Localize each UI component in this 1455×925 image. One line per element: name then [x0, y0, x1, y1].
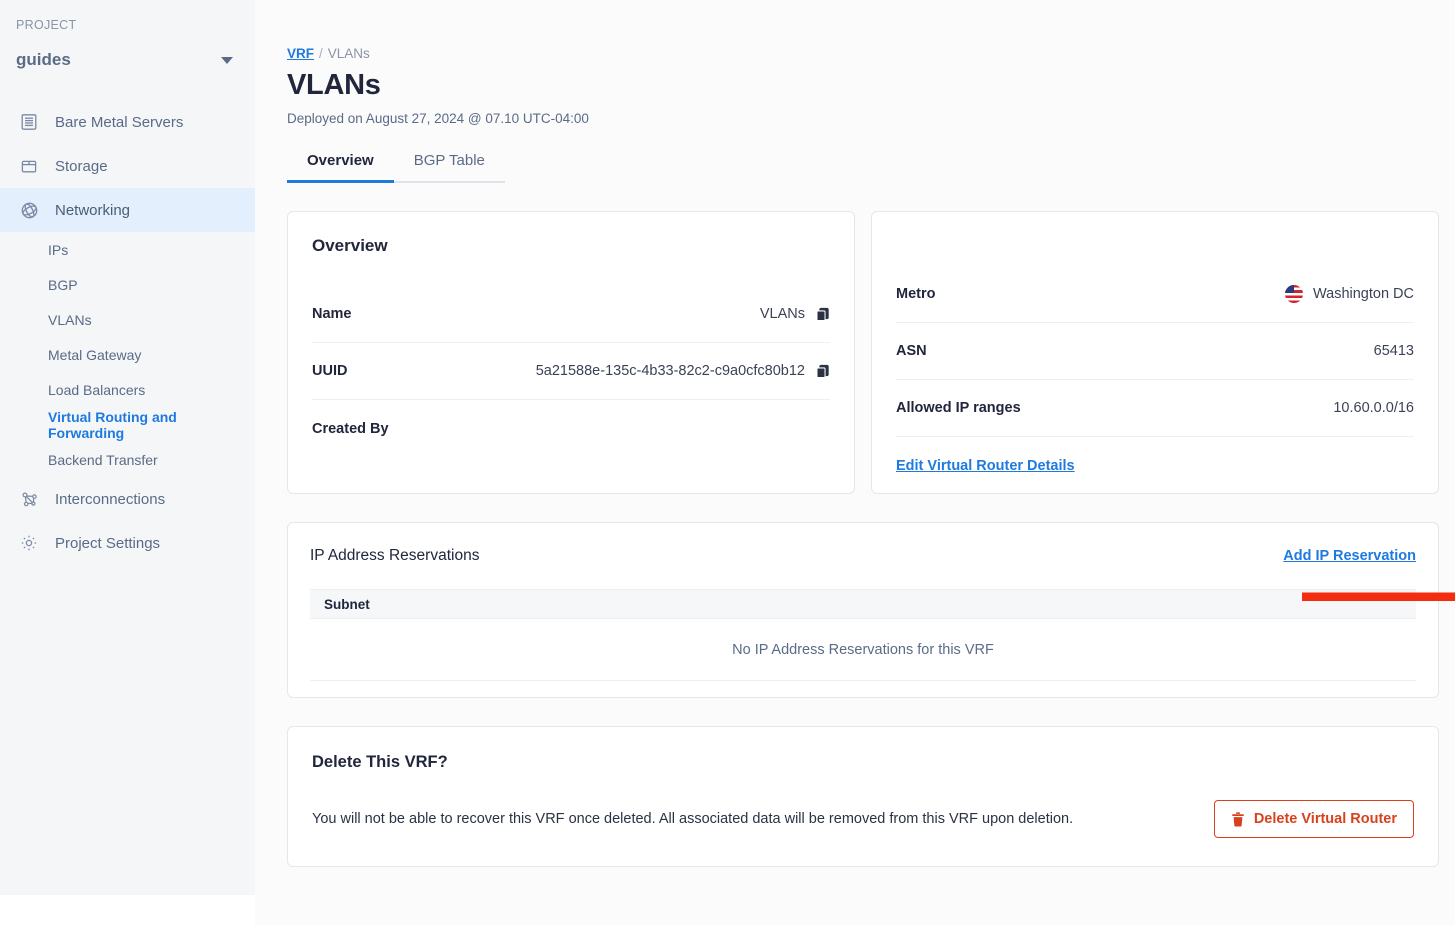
- sidebar-item-label: Networking: [55, 201, 131, 219]
- table-column-header-subnet: Subnet: [310, 589, 1416, 619]
- app-root: PROJECT guides Bare Metal Servers Storag…: [0, 0, 1455, 925]
- tab-bgp-table[interactable]: BGP Table: [393, 152, 505, 183]
- breadcrumb-current: VLANs: [327, 46, 370, 61]
- sidebar-item-bgp[interactable]: BGP: [0, 267, 255, 302]
- edit-virtual-router-details-link[interactable]: Edit Virtual Router Details: [896, 437, 1075, 474]
- delete-section-title: Delete This VRF?: [312, 753, 448, 771]
- details-row-asn: ASN 65413: [896, 323, 1414, 380]
- server-icon: [18, 111, 40, 133]
- row-value: VLANs: [759, 306, 805, 322]
- trash-icon: [1231, 811, 1245, 827]
- row-value-wrap: VLANs: [760, 306, 830, 322]
- sidebar: PROJECT guides Bare Metal Servers Storag…: [0, 0, 255, 895]
- sidebar-item-networking[interactable]: Networking: [0, 188, 255, 232]
- row-value: 5a21588e-135c-4b33-82c2-c9a0cfc80b12: [535, 363, 805, 379]
- overview-card: Overview Name VLANs UUID 5a21588e-135c-4…: [287, 211, 855, 494]
- overview-row-uuid: UUID 5a21588e-135c-4b33-82c2-c9a0cfc80b1…: [312, 343, 830, 400]
- ip-reservations-title: IP Address Reservations: [310, 547, 480, 564]
- sidebar-item-label: Project Settings: [55, 534, 161, 552]
- subnav-label: VLANs: [48, 311, 92, 328]
- overview-card-title: Overview: [312, 236, 388, 255]
- networking-subnav: IPs BGP VLANs Metal Gateway Load Balance…: [0, 232, 255, 477]
- table-empty-message: No IP Address Reservations for this VRF: [310, 619, 1416, 681]
- row-value-wrap: 5a21588e-135c-4b33-82c2-c9a0cfc80b12: [536, 363, 830, 379]
- sidebar-item-storage[interactable]: Storage: [0, 144, 255, 188]
- primary-nav: Bare Metal Servers Storage Networking IP…: [0, 100, 255, 565]
- copy-icon[interactable]: [815, 307, 830, 322]
- row-value-wrap: Washington DC: [1284, 285, 1414, 303]
- row-key: ASN: [896, 343, 927, 359]
- details-row-metro: Metro Washington DC: [896, 266, 1414, 323]
- summary-cards-row: Overview Name VLANs UUID 5a21588e-135c-4…: [287, 211, 1441, 494]
- network-graph-icon: [18, 488, 40, 510]
- chevron-down-icon: [221, 56, 233, 64]
- project-section-label: PROJECT: [16, 18, 77, 32]
- subnav-label: Backend Transfer: [48, 451, 158, 468]
- sidebar-item-virtual-routing-and-forwarding[interactable]: Virtual Routing and Forwarding: [0, 407, 255, 442]
- tab-bar: Overview BGP Table: [287, 152, 1441, 183]
- delete-section-description: You will not be able to recover this VRF…: [312, 811, 1074, 827]
- main-content: VRF / VLANs VLANs Deployed on August 27, 2…: [255, 0, 1455, 925]
- sidebar-item-label: Interconnections: [55, 490, 166, 508]
- subnav-label: IPs: [48, 241, 69, 258]
- ip-reservations-header: IP Address Reservations Add IP Reservati…: [310, 547, 1416, 565]
- subnav-label: Virtual Routing and Forwarding: [48, 408, 177, 441]
- row-value: 65413: [1373, 343, 1414, 359]
- delete-vrf-card: Delete This VRF? You will not be able to…: [287, 726, 1439, 867]
- page-title: VLANs: [287, 69, 381, 101]
- row-key: Created By: [312, 420, 389, 437]
- row-value: 10.60.0.0/16: [1333, 400, 1414, 416]
- row-value: Washington DC: [1312, 286, 1414, 302]
- row-key: Name: [312, 306, 352, 322]
- sidebar-item-vlans[interactable]: VLANs: [0, 302, 255, 337]
- subnav-label: BGP: [48, 276, 78, 293]
- subnav-label: Metal Gateway: [48, 346, 142, 363]
- gear-icon: [18, 532, 40, 554]
- sidebar-item-bare-metal-servers[interactable]: Bare Metal Servers: [0, 100, 255, 144]
- details-card-spacer: [896, 236, 1414, 266]
- us-flag-icon: [1284, 285, 1303, 303]
- sidebar-item-backend-transfer[interactable]: Backend Transfer: [0, 442, 255, 477]
- row-key: Allowed IP ranges: [896, 400, 1021, 416]
- sidebar-item-label: Storage: [55, 157, 108, 175]
- deployed-timestamp: Deployed on August 27, 2024 @ 07.10 UTC-…: [287, 111, 589, 126]
- breadcrumb-separator: /: [319, 46, 323, 61]
- sidebar-item-label: Bare Metal Servers: [55, 113, 184, 131]
- delete-virtual-router-button[interactable]: Delete Virtual Router: [1213, 800, 1414, 838]
- delete-section-row: You will not be able to recover this VRF…: [312, 800, 1414, 838]
- breadcrumb: VRF / VLANs: [287, 46, 1441, 61]
- sidebar-item-project-settings[interactable]: Project Settings: [0, 521, 255, 565]
- row-key: Metro: [896, 286, 936, 302]
- sidebar-item-ips[interactable]: IPs: [0, 232, 255, 267]
- overview-row-created-by: Created By: [312, 400, 830, 457]
- sidebar-item-load-balancers[interactable]: Load Balancers: [0, 372, 255, 407]
- subnav-label: Load Balancers: [48, 381, 146, 398]
- storage-box-icon: [18, 155, 40, 177]
- sidebar-item-metal-gateway[interactable]: Metal Gateway: [0, 337, 255, 372]
- project-selector[interactable]: guides: [0, 46, 255, 74]
- tab-overview[interactable]: Overview: [287, 152, 394, 183]
- breadcrumb-link-vrf[interactable]: VRF: [287, 46, 314, 61]
- copy-icon[interactable]: [815, 364, 830, 379]
- ip-address-reservations-card: IP Address Reservations Add IP Reservati…: [287, 522, 1439, 698]
- globe-network-icon: [18, 199, 40, 221]
- add-ip-reservation-link[interactable]: Add IP Reservation: [1283, 548, 1416, 564]
- virtual-router-details-card: Metro Washington DC ASN 65413 Allowed IP…: [871, 211, 1439, 494]
- delete-button-label: Delete Virtual Router: [1253, 811, 1397, 827]
- overview-row-name: Name VLANs: [312, 286, 830, 343]
- sidebar-item-interconnections[interactable]: Interconnections: [0, 477, 255, 521]
- row-key: UUID: [312, 363, 348, 379]
- details-row-allowed-ip-ranges: Allowed IP ranges 10.60.0.0/16: [896, 380, 1414, 437]
- project-name: guides: [16, 50, 71, 69]
